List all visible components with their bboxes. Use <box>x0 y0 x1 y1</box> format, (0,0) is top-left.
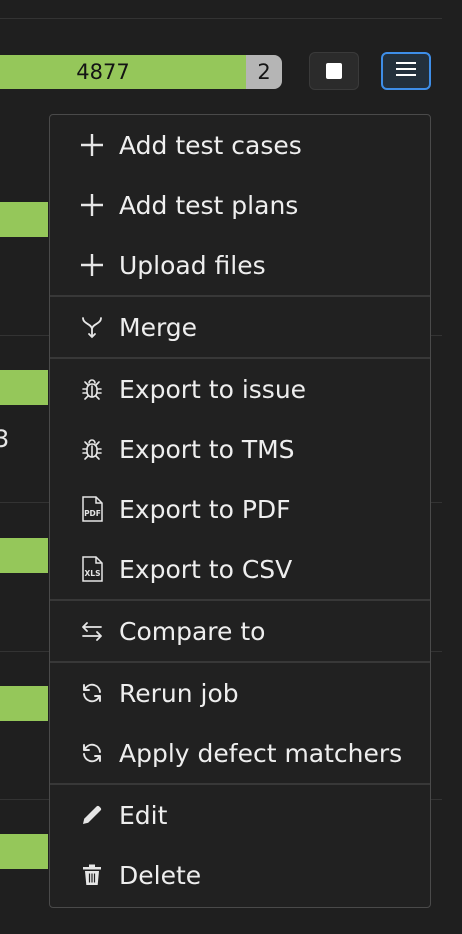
menu-item-export-to-issue[interactable]: Export to issue <box>50 359 430 419</box>
launch-statistics-bar: 4877 2 <box>0 55 282 89</box>
menu-item-add-test-cases[interactable]: Add test cases <box>50 115 430 175</box>
menu-item-label: Export to issue <box>119 374 307 404</box>
menu-item-label: Apply defect matchers <box>119 738 403 768</box>
bug-icon <box>79 436 105 462</box>
menu-item-delete[interactable]: Delete <box>50 845 430 905</box>
menu-group-compare: Compare to <box>50 601 430 663</box>
menu-item-upload-files[interactable]: Upload files <box>50 235 430 295</box>
hamburger-menu-icon <box>396 61 416 81</box>
menu-item-label: Edit <box>119 800 168 830</box>
menu-item-export-to-tms[interactable]: Export to TMS <box>50 419 430 479</box>
trash-icon <box>79 862 105 888</box>
pencil-icon <box>79 802 105 828</box>
menu-item-export-to-csv[interactable]: XLS Export to CSV <box>50 539 430 599</box>
plus-icon <box>79 252 105 278</box>
actions-dropdown-menu: Add test cases Add test plans Upload fil… <box>49 114 431 908</box>
menu-item-rerun-job[interactable]: Rerun job <box>50 663 430 723</box>
merge-icon <box>79 314 105 340</box>
menu-group-add: Add test cases Add test plans Upload fil… <box>50 115 430 297</box>
menu-item-add-test-plans[interactable]: Add test plans <box>50 175 430 235</box>
menu-item-merge[interactable]: Merge <box>50 297 430 357</box>
row-divider <box>0 18 442 19</box>
menu-button[interactable] <box>381 52 431 90</box>
refresh-icon <box>79 740 105 766</box>
menu-item-compare-to[interactable]: Compare to <box>50 601 430 661</box>
unknown-count: 2 <box>257 60 271 84</box>
pdf-file-icon: PDF <box>79 496 105 522</box>
row-status-bar <box>0 538 48 573</box>
bug-icon <box>79 376 105 402</box>
xls-file-icon: XLS <box>79 556 105 582</box>
menu-item-label: Delete <box>119 860 202 890</box>
menu-item-label: Upload files <box>119 250 266 280</box>
stop-icon <box>326 63 342 79</box>
row-status-bar <box>0 834 48 869</box>
menu-item-label: Add test cases <box>119 130 302 160</box>
stop-button[interactable] <box>309 52 359 90</box>
menu-item-apply-defect-matchers[interactable]: Apply defect matchers <box>50 723 430 783</box>
menu-item-label: Add test plans <box>119 190 299 220</box>
svg-text:XLS: XLS <box>85 569 101 578</box>
menu-item-label: Merge <box>119 312 198 342</box>
passed-count: 4877 <box>76 60 130 84</box>
menu-item-label: Compare to <box>119 616 266 646</box>
row-status-bar <box>0 202 48 237</box>
row-value: 3 <box>0 425 10 453</box>
menu-item-label: Export to PDF <box>119 494 291 524</box>
plus-icon <box>79 132 105 158</box>
menu-item-edit[interactable]: Edit <box>50 785 430 845</box>
plus-icon <box>79 192 105 218</box>
menu-group-export: Export to issue Export to TMS PDF Export… <box>50 359 430 601</box>
svg-text:PDF: PDF <box>84 509 101 518</box>
row-status-bar <box>0 686 48 721</box>
row-status-bar <box>0 370 48 405</box>
menu-group-merge: Merge <box>50 297 430 359</box>
menu-item-export-to-pdf[interactable]: PDF Export to PDF <box>50 479 430 539</box>
refresh-icon <box>79 680 105 706</box>
menu-group-rerun: Rerun job Apply defect matchers <box>50 663 430 785</box>
compare-arrows-icon <box>79 618 105 644</box>
menu-item-label: Export to TMS <box>119 434 295 464</box>
menu-item-label: Rerun job <box>119 678 239 708</box>
menu-item-label: Export to CSV <box>119 554 293 584</box>
menu-group-manage: Edit Delete <box>50 785 430 905</box>
